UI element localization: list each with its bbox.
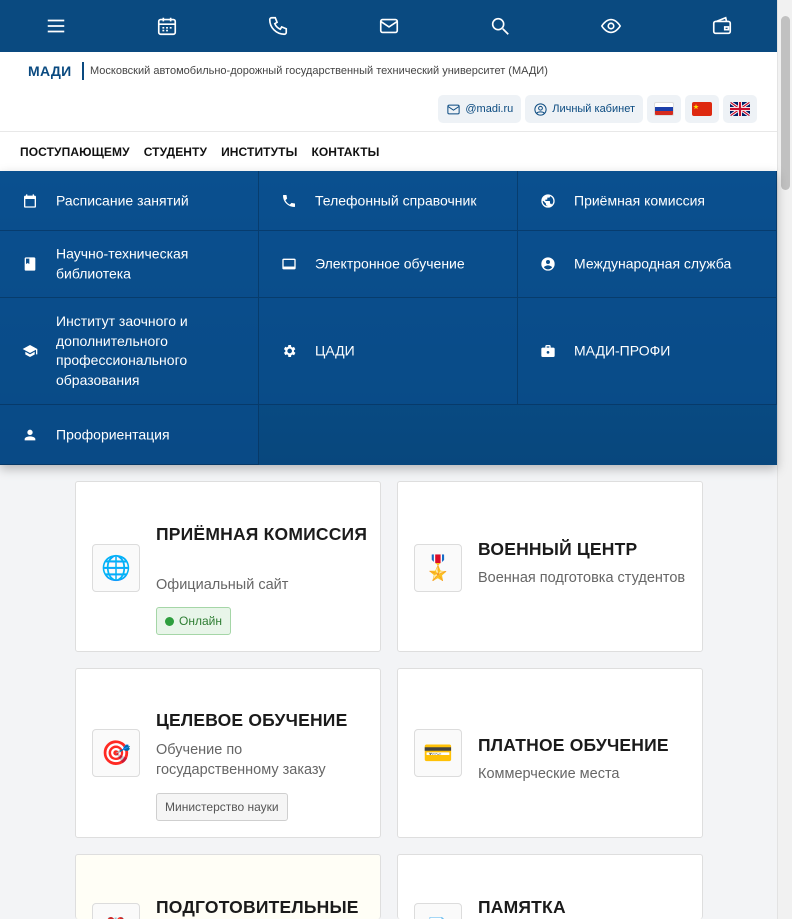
menu-item-label: МАДИ-ПРОФИ bbox=[574, 342, 671, 359]
mega-menu: Расписание занятий Телефонный справочник… bbox=[0, 171, 777, 465]
menu-item-label: ЦАДИ bbox=[315, 342, 355, 359]
brand-divider bbox=[82, 62, 84, 80]
globe-icon bbox=[540, 193, 556, 209]
accessibility-button[interactable] bbox=[555, 0, 666, 52]
card-subtitle: Военная подготовка студентов bbox=[478, 570, 686, 586]
brand-logo[interactable]: МАДИ bbox=[28, 63, 72, 79]
phone-icon bbox=[268, 16, 287, 36]
menu-item-tsadi[interactable]: ЦАДИ bbox=[259, 298, 518, 405]
page-scrollbar[interactable] bbox=[777, 0, 792, 919]
online-dot bbox=[165, 616, 174, 626]
card-title: ПАМЯТКА bbox=[478, 897, 566, 917]
nav-item-contacts[interactable]: КОНТАКТЫ bbox=[311, 145, 379, 159]
menu-item-elearning[interactable]: Электронное обучение bbox=[259, 231, 518, 298]
lang-ru-button[interactable] bbox=[647, 95, 681, 123]
site-header: МАДИ Московский автомобильно-дорожный го… bbox=[0, 52, 777, 132]
university-full-name: Московский автомобильно-дорожный государ… bbox=[90, 65, 548, 77]
mail-button[interactable] bbox=[333, 0, 444, 52]
card-subtitle: Официальный сайт bbox=[156, 577, 289, 593]
person-icon bbox=[22, 427, 38, 443]
status-badge: Онлайн bbox=[156, 607, 231, 635]
scrollbar-thumb[interactable] bbox=[781, 16, 790, 190]
eye-icon bbox=[600, 18, 621, 34]
briefcase-icon bbox=[540, 343, 556, 359]
nav-item-students[interactable]: СТУДЕНТУ bbox=[144, 145, 207, 159]
phone-button[interactable] bbox=[222, 0, 333, 52]
card-title: ПОДГОТОВИТЕЛЬНЫЕ bbox=[156, 897, 359, 917]
card-admissions[interactable]: 🌐 ПРИЁМНАЯ КОМИССИЯ Официальный сайт Онл… bbox=[75, 481, 381, 652]
mail-icon bbox=[447, 104, 460, 114]
document-icon: 📄 bbox=[414, 903, 462, 919]
menu-item-career-guidance[interactable]: Профориентация bbox=[0, 405, 259, 465]
mail-link[interactable]: @madi.ru bbox=[438, 95, 522, 123]
card-title: ВОЕННЫЙ ЦЕНТР bbox=[478, 539, 638, 559]
card-preparatory[interactable]: ⏰ ПОДГОТОВИТЕЛЬНЫЕ bbox=[75, 854, 381, 919]
wallet-button[interactable] bbox=[666, 0, 777, 52]
menu-item-madi-profi[interactable]: МАДИ-ПРОФИ bbox=[518, 298, 777, 405]
card-title: ЦЕЛЕВОЕ ОБУЧЕНИЕ bbox=[156, 710, 348, 730]
mail-icon bbox=[379, 18, 398, 34]
card-memo[interactable]: 📄 ПАМЯТКА bbox=[397, 854, 703, 919]
menu-item-label: Профориентация bbox=[56, 425, 170, 442]
mail-link-label: @madi.ru bbox=[465, 103, 514, 115]
wallet-icon bbox=[712, 16, 731, 35]
menu-item-label: Институт заочного и дополнительного проф… bbox=[56, 313, 188, 388]
menu-item-label: Научно-техническая библиотека bbox=[56, 245, 189, 282]
menu-item-phonebook[interactable]: Телефонный справочник bbox=[259, 171, 518, 231]
card-military-center[interactable]: 🎖️ ВОЕННЫЙ ЦЕНТР Военная подготовка студ… bbox=[397, 481, 703, 652]
search-button[interactable] bbox=[444, 0, 555, 52]
card-subtitle: Коммерческие места bbox=[478, 766, 620, 782]
menu-item-label: Расписание занятий bbox=[56, 191, 189, 208]
menu-item-extramural-institute[interactable]: Институт заочного и дополнительного проф… bbox=[0, 298, 259, 405]
menu-item-label: Электронное обучение bbox=[315, 255, 465, 272]
nav-item-applicants[interactable]: ПОСТУПАЮЩЕМУ bbox=[20, 145, 130, 159]
menu-item-international[interactable]: Международная служба bbox=[518, 231, 777, 298]
book-icon bbox=[22, 256, 38, 272]
card-subtitle: Обучение по государственному заказу bbox=[156, 742, 326, 778]
menu-item-admissions[interactable]: Приёмная комиссия bbox=[518, 171, 777, 231]
lang-en-button[interactable] bbox=[723, 95, 757, 123]
personal-cabinet-link[interactable]: Личный кабинет bbox=[525, 95, 643, 123]
personal-cabinet-label: Личный кабинет bbox=[552, 103, 635, 115]
ministry-badge-label: Министерство науки bbox=[165, 800, 279, 814]
status-badge-label: Онлайн bbox=[179, 614, 222, 628]
lang-zh-button[interactable] bbox=[685, 95, 719, 123]
nav-item-institutes[interactable]: ИНСТИТУТЫ bbox=[221, 145, 297, 159]
china-flag-icon bbox=[692, 102, 712, 116]
card-title: ПРИЁМНАЯ КОМИССИЯ bbox=[156, 524, 368, 544]
top-toolbar bbox=[0, 0, 777, 52]
target-icon: 🎯 bbox=[92, 729, 140, 777]
search-icon bbox=[491, 17, 509, 35]
menu-button[interactable] bbox=[0, 0, 111, 52]
card-targeted-education[interactable]: 🎯 ЦЕЛЕВОЕ ОБУЧЕНИЕ Обучение по государст… bbox=[75, 668, 381, 838]
card-paid-education[interactable]: 💳 ПЛАТНОЕ ОБУЧЕНИЕ Коммерческие места bbox=[397, 668, 703, 838]
menu-icon bbox=[47, 19, 64, 33]
gear-icon bbox=[281, 343, 297, 359]
calendar-icon bbox=[22, 193, 38, 209]
card-title: ПЛАТНОЕ ОБУЧЕНИЕ bbox=[478, 735, 669, 755]
menu-item-library[interactable]: Научно-техническая библиотека bbox=[0, 231, 259, 298]
laptop-icon bbox=[281, 256, 297, 272]
menu-item-label: Приёмная комиссия bbox=[574, 191, 705, 208]
clock-icon: ⏰ bbox=[92, 903, 140, 919]
face-icon bbox=[540, 256, 556, 272]
calendar-icon bbox=[157, 17, 176, 36]
menu-item-label: Международная служба bbox=[574, 255, 732, 272]
globe-emoji-icon: 🌐 bbox=[92, 544, 140, 592]
phone-icon bbox=[281, 193, 297, 209]
main-nav: ПОСТУПАЮЩЕМУ СТУДЕНТУ ИНСТИТУТЫ КОНТАКТЫ bbox=[0, 132, 777, 171]
user-circle-icon bbox=[534, 102, 547, 116]
russia-flag-icon bbox=[654, 102, 674, 116]
menu-item-schedule[interactable]: Расписание занятий bbox=[0, 171, 259, 231]
calendar-button[interactable] bbox=[111, 0, 222, 52]
medal-icon: 🎖️ bbox=[414, 544, 462, 592]
uk-flag-icon bbox=[730, 102, 750, 116]
ministry-badge: Министерство науки bbox=[156, 793, 288, 821]
header-links: @madi.ru Личный кабинет bbox=[438, 95, 757, 123]
menu-item-label: Телефонный справочник bbox=[315, 191, 477, 208]
graduation-cap-icon bbox=[22, 343, 38, 359]
credit-card-icon: 💳 bbox=[414, 729, 462, 777]
